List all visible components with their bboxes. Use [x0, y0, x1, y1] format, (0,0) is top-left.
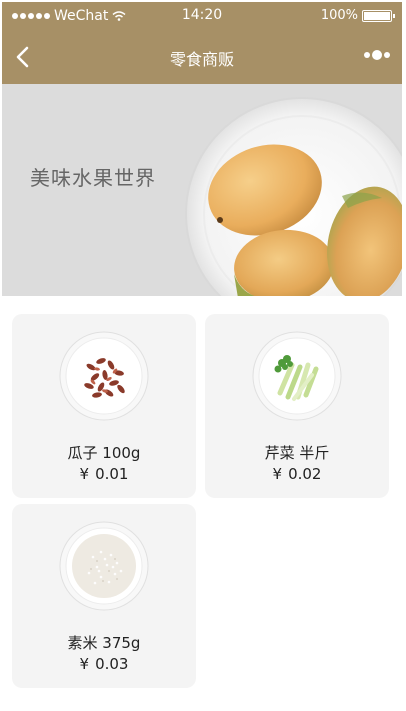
more-dots-icon[interactable]: [364, 50, 390, 60]
banner[interactable]: 美味水果世界: [2, 84, 402, 296]
page-title: 零食商贩: [169, 50, 234, 69]
product-price: ¥0.03: [12, 655, 196, 673]
currency-symbol: ¥: [79, 655, 90, 673]
app-frame: WeChat 14:20 100% 零食商贩 美味水果世界 瓜子 100g ¥ …: [2, 2, 402, 711]
currency-symbol: ¥: [79, 465, 90, 483]
product-card-rice[interactable]: 素米 375g ¥0.03: [12, 504, 196, 688]
rice-plate-icon: [59, 521, 149, 611]
price-value: 0.02: [288, 465, 322, 483]
battery-icon: [362, 9, 395, 22]
battery-percent: 100%: [320, 8, 358, 23]
product-name: 瓜子 100g: [67, 444, 141, 462]
currency-symbol: ¥: [272, 465, 283, 483]
price-value: 0.01: [95, 465, 129, 483]
product-name: 素米 375g: [67, 634, 141, 652]
product-name: 芹菜 半斤: [264, 444, 330, 462]
celery-plate-icon: [252, 331, 342, 421]
battery-fill: [364, 11, 390, 20]
nav-bar: 零食商贩: [2, 30, 402, 84]
product-price: ¥0.02: [205, 465, 389, 483]
banner-title: 美味水果世界: [30, 166, 156, 190]
status-bar: WeChat 14:20 100%: [2, 2, 402, 30]
melon-seeds-plate-icon: [59, 331, 149, 421]
product-card-celery[interactable]: 芹菜 半斤 ¥0.02: [205, 314, 389, 498]
product-price: ¥0.01: [12, 465, 196, 483]
price-value: 0.03: [95, 655, 129, 673]
status-right: 100%: [320, 8, 395, 23]
chevron-left-icon[interactable]: [10, 43, 38, 71]
product-card-melon-seeds[interactable]: 瓜子 100g ¥0.01: [12, 314, 196, 498]
